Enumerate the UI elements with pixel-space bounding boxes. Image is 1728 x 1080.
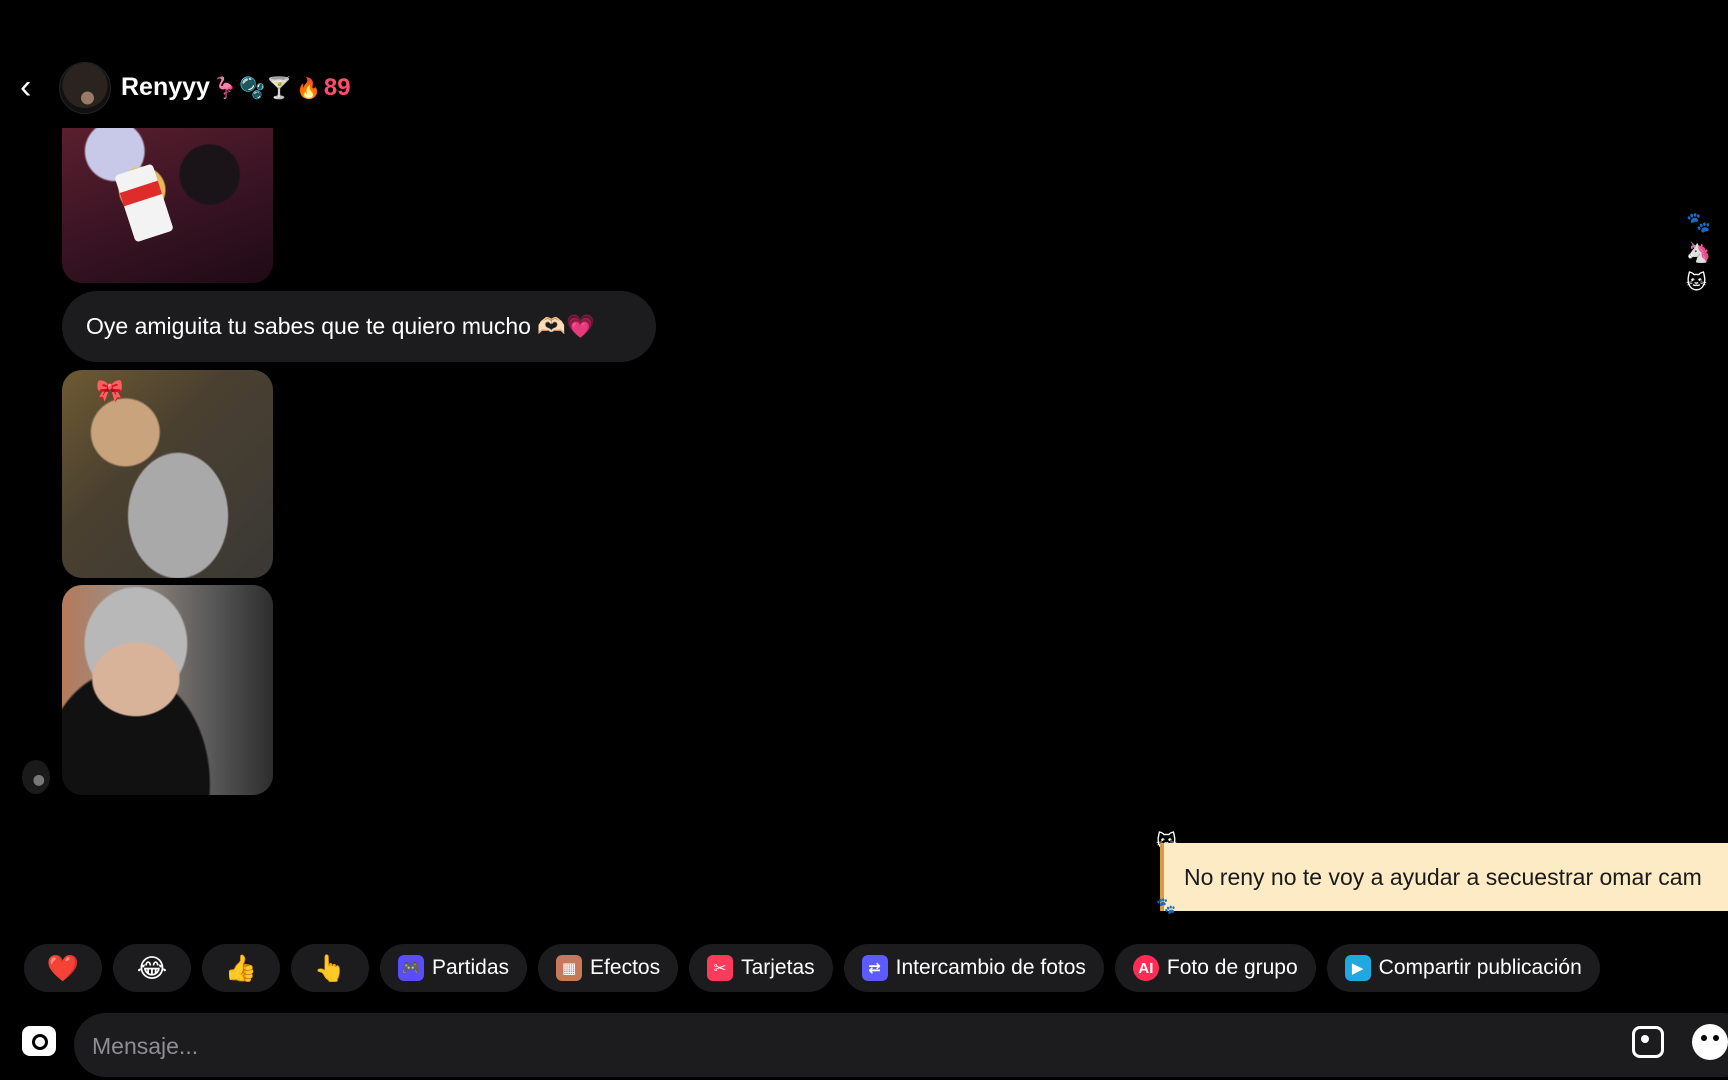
streak-badge: 🔥 89 — [296, 74, 351, 102]
back-arrow-icon[interactable]: ‹ — [20, 70, 44, 104]
point-reaction-button[interactable]: 👆 — [291, 944, 369, 992]
partidas-button[interactable]: 🎮 Partidas — [380, 944, 528, 992]
message-input-container — [74, 1013, 1728, 1079]
note-text: No reny no te voy a ayudar a secuestrar … — [1184, 863, 1702, 890]
streak-count: 89 — [323, 74, 351, 101]
bow-icon: 🎀 — [96, 378, 124, 403]
efectos-button[interactable]: ▦ Efectos — [538, 944, 679, 992]
sender-avatar — [22, 760, 50, 794]
text-message-bubble[interactable]: Oye amiguita tu sabes que te quiero much… — [62, 291, 656, 362]
avatar[interactable] — [59, 62, 111, 114]
message-composer — [0, 1010, 1728, 1080]
camera-icon[interactable] — [22, 1026, 56, 1056]
thumbs-up-reaction-button[interactable]: 👍 — [202, 944, 280, 992]
fire-icon: 🔥 — [296, 78, 321, 100]
sticker-icon[interactable] — [1692, 1024, 1728, 1060]
heart-reaction-button[interactable]: ❤️ — [24, 944, 102, 992]
compartir-publicacion-button[interactable]: ▶ Compartir publicación — [1326, 944, 1600, 992]
cards-icon: ✂ — [707, 955, 734, 981]
contact-username: Renyyy — [121, 73, 210, 101]
intercambio-fotos-button[interactable]: ⇄ Intercambio de fotos — [843, 944, 1104, 992]
message-text: Oye amiguita tu sabes que te quiero much… — [86, 313, 595, 339]
chat-header: ‹ Renyyy🦩🫧🍸 🔥 89 — [0, 60, 600, 120]
gamepad-icon: 🎮 — [398, 955, 424, 981]
contact-name[interactable]: Renyyy🦩🫧🍸 — [121, 73, 293, 102]
tarjetas-button[interactable]: ✂ Tarjetas — [689, 944, 833, 992]
photo-message[interactable]: 🎀 — [62, 370, 273, 578]
message-input[interactable] — [74, 1013, 1394, 1079]
photo-message[interactable] — [62, 128, 273, 283]
photo-swap-icon: ⇄ — [861, 955, 888, 981]
contact-emojis: 🦩🫧🍸 — [211, 77, 294, 100]
foto-grupo-button[interactable]: AI Foto de grupo — [1114, 944, 1316, 992]
ai-icon: AI — [1132, 955, 1159, 981]
effects-icon: ▦ — [556, 955, 583, 981]
share-post-icon: ▶ — [1344, 955, 1371, 981]
laugh-reaction-button[interactable]: 😂 — [113, 944, 191, 992]
gallery-icon[interactable] — [1632, 1026, 1664, 1058]
photo-message[interactable] — [62, 585, 273, 795]
quick-actions-bar: ❤️ 😂 👍 👆 🎮 Partidas ▦ Efectos ✂ Tarjetas… — [24, 944, 1600, 992]
note-message[interactable]: No reny no te voy a ayudar a secuestrar … — [1160, 843, 1728, 911]
side-stickers: 🐾 🦄 🐱 — [1686, 212, 1711, 294]
paws-icon: 🐾 — [1156, 898, 1176, 915]
